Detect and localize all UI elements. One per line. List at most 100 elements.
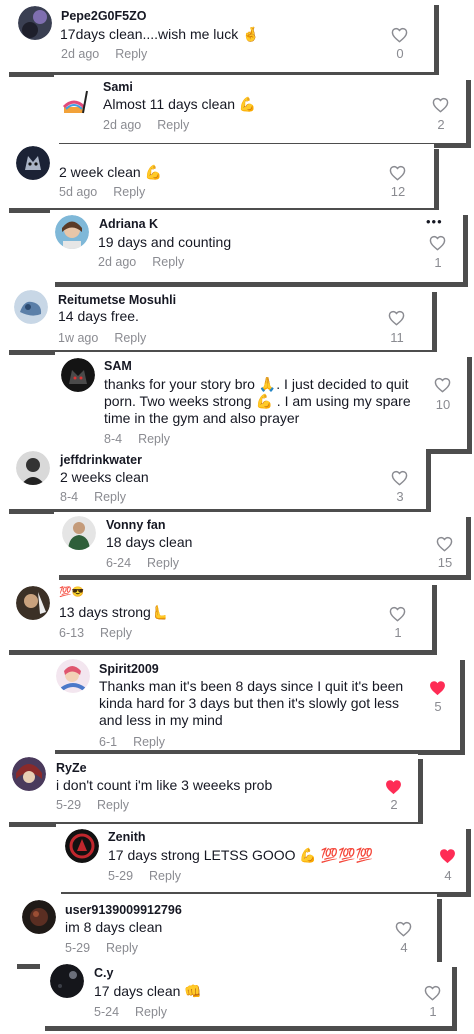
heart-outline-icon[interactable] (388, 310, 405, 326)
avatar[interactable] (12, 757, 46, 791)
comment-username[interactable]: user9139009912796 (65, 903, 182, 917)
comment-username[interactable]: Vonny fan (106, 518, 166, 532)
comment-date: 2d ago (103, 118, 142, 132)
comment-card: Adriana K 19 days and counting 2d ago Rep… (50, 210, 463, 282)
avatar[interactable] (55, 215, 89, 249)
like-count: 2 (390, 797, 398, 812)
heart-outline-icon[interactable] (389, 606, 406, 622)
reply-button[interactable]: Reply (114, 331, 146, 345)
comment-date: 8-4 (104, 432, 123, 446)
avatar[interactable] (16, 451, 50, 485)
avatar[interactable] (56, 659, 90, 693)
comment-username[interactable]: Spirit2009 (99, 662, 159, 676)
more-options-icon[interactable]: ••• (426, 214, 443, 229)
comment-meta: 6-13 Reply (59, 626, 132, 640)
heart-outline-icon[interactable] (395, 921, 412, 937)
comment-meta: 5-29 Reply (65, 941, 138, 955)
heart-filled-icon[interactable] (429, 680, 446, 696)
avatar[interactable] (62, 516, 96, 550)
reply-button[interactable]: Reply (113, 185, 145, 199)
comment-date: 5-29 (56, 798, 82, 812)
comment-date: 6-24 (106, 556, 132, 570)
comment-text: i don't count i'm like 3 weeeks prob (56, 777, 273, 793)
comment-text: 19 days and counting (98, 234, 232, 250)
comment-meta: 5-29 Reply (56, 798, 129, 812)
comment-username[interactable]: SAM (104, 359, 132, 373)
heart-outline-icon[interactable] (429, 235, 446, 251)
heart-outline-icon[interactable] (389, 165, 406, 181)
comment-meta: 2d ago Reply (61, 47, 147, 61)
reply-button[interactable]: Reply (94, 490, 126, 504)
like-count: 4 (400, 940, 408, 955)
comment-text: thanks for your story bro 🙏. I just deci… (104, 376, 411, 426)
comment-text: 17 days clean 👊 (94, 983, 202, 999)
comment-meta: 5d ago Reply (59, 185, 145, 199)
comment-username[interactable]: Pepe2G0F5ZO (61, 9, 146, 23)
avatar[interactable] (18, 6, 52, 40)
avatar[interactable] (61, 358, 95, 392)
heart-outline-icon[interactable] (434, 377, 451, 393)
like-count: 1 (434, 255, 442, 270)
comment-username[interactable]: Adriana K (99, 217, 158, 231)
heart-outline-icon[interactable] (391, 27, 408, 43)
heart-filled-icon[interactable] (385, 779, 402, 795)
comment-username[interactable]: ⠀⠀⠀⠀⠀⠀⠀ (61, 148, 125, 163)
like-count: 10 (435, 397, 451, 412)
comment-username[interactable]: jeffdrinkwater (60, 453, 142, 467)
comment-meta: 6-24 Reply (106, 556, 179, 570)
heart-outline-icon[interactable] (424, 985, 441, 1001)
comment-username[interactable]: C.y (94, 966, 113, 980)
comment-meta: 8-4 Reply (104, 432, 170, 446)
reply-button[interactable]: Reply (115, 47, 147, 61)
comment-text: 2 weeks clean (60, 469, 149, 485)
comment-card: SAM thanks for your story bro 🙏. I just … (55, 352, 467, 449)
comment-username[interactable]: 💯😎 (59, 587, 84, 598)
comment-date: 8-4 (60, 490, 79, 504)
comment-text: 2 week clean 💪 (59, 164, 163, 180)
comment-meta: 1w ago Reply (58, 331, 146, 345)
reply-button[interactable]: Reply (135, 1005, 167, 1019)
heart-filled-icon[interactable] (439, 848, 456, 864)
like-count: 11 (390, 330, 404, 345)
avatar[interactable] (50, 964, 84, 998)
comment-username[interactable]: RyZe (56, 761, 87, 775)
avatar[interactable] (22, 900, 56, 934)
heart-outline-icon[interactable] (391, 470, 408, 486)
heart-outline-icon[interactable] (436, 536, 453, 552)
comment-username[interactable]: Zenith (108, 830, 146, 844)
comment-card: ⠀⠀⠀⠀⠀⠀⠀ 2 week clean 💪 5d ago Reply 12 (4, 144, 434, 208)
comment-username[interactable]: Reitumetse Mosuhli (58, 293, 176, 307)
reply-button[interactable]: Reply (133, 735, 165, 749)
reply-button[interactable]: Reply (97, 798, 129, 812)
reply-button[interactable]: Reply (152, 255, 184, 269)
like-count: 15 (437, 555, 453, 570)
reply-button[interactable]: Reply (106, 941, 138, 955)
like-count: 5 (434, 699, 442, 714)
avatar[interactable] (62, 87, 92, 117)
heart-outline-icon[interactable] (432, 97, 449, 113)
comment-card: 💯😎 13 days strong🫷 6-13 Reply 1 (4, 580, 432, 650)
avatar[interactable] (65, 829, 99, 863)
comment-card: Reitumetse Mosuhli 14 days free. 1w ago R… (4, 287, 432, 350)
comment-card: Zenith 17 days strong LETSS GOOO 💪 💯💯💯 5… (56, 824, 466, 892)
comment-card: Vonny fan 18 days clean 6-24 Reply 15 (54, 512, 466, 575)
reply-button[interactable]: Reply (138, 432, 170, 446)
avatar[interactable] (14, 290, 48, 324)
comment-text: 13 days strong🫷 (59, 604, 169, 620)
comment-date: 5-29 (65, 941, 91, 955)
comment-date: 6-13 (59, 626, 85, 640)
reply-button[interactable]: Reply (147, 556, 179, 570)
comment-meta: 2d ago Reply (103, 118, 189, 132)
comment-text: im 8 days clean (65, 919, 163, 935)
avatar[interactable] (16, 586, 50, 620)
like-count: 0 (396, 46, 404, 61)
comment-username[interactable]: Sami (103, 80, 133, 94)
comment-text: Thanks man it's been 8 days since I quit… (99, 678, 404, 728)
avatar[interactable] (16, 146, 50, 180)
reply-button[interactable]: Reply (149, 869, 181, 883)
reply-button[interactable]: Reply (157, 118, 189, 132)
comment-meta: 2d ago Reply (98, 255, 184, 269)
comment-card: RyZe i don't count i'm like 3 weeeks pro… (4, 754, 418, 822)
reply-button[interactable]: Reply (100, 626, 132, 640)
comment-meta: 6-1 Reply (99, 735, 165, 749)
